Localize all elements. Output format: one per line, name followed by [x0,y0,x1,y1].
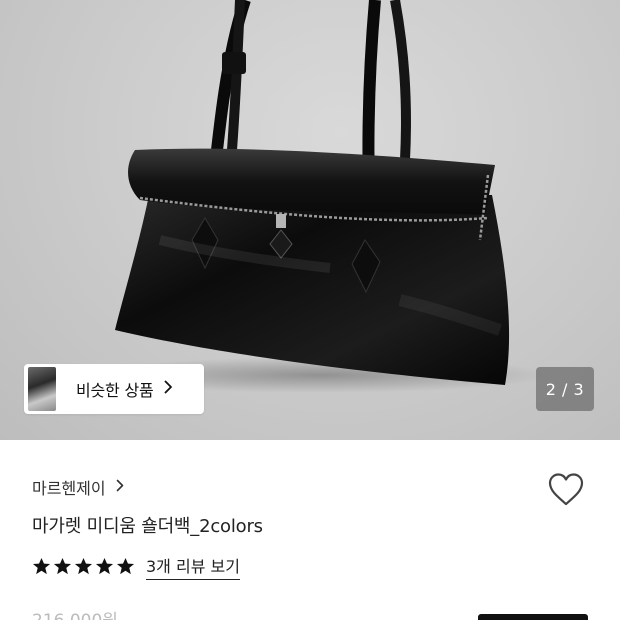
product-image-gallery[interactable]: 비슷한 상품 2 / 3 [0,0,620,440]
bottom-action-button[interactable] [478,614,588,620]
rating-row: 3개 리뷰 보기 [32,553,240,580]
star-icon [32,557,51,575]
chevron-right-icon [164,380,173,398]
review-link[interactable]: 3개 리뷰 보기 [146,553,240,580]
star-icon [116,557,135,575]
star-icon [53,557,72,575]
star-icon [74,557,93,575]
chevron-right-icon [116,478,124,496]
brand-name: 마르헨제이 [32,479,106,498]
rating-stars [32,557,135,576]
wishlist-heart-icon[interactable] [546,470,586,510]
similar-product-thumbnail [28,367,56,411]
star-icon [95,557,114,575]
product-title: 마가렛 미디움 숄더백_2colors [32,516,263,537]
original-price: 216,000원 [32,606,118,620]
similar-products-button[interactable]: 비슷한 상품 [24,364,204,414]
similar-products-label: 비슷한 상품 [76,381,154,400]
image-page-indicator: 2 / 3 [536,367,594,411]
brand-link[interactable]: 마르헨제이 [32,475,124,499]
